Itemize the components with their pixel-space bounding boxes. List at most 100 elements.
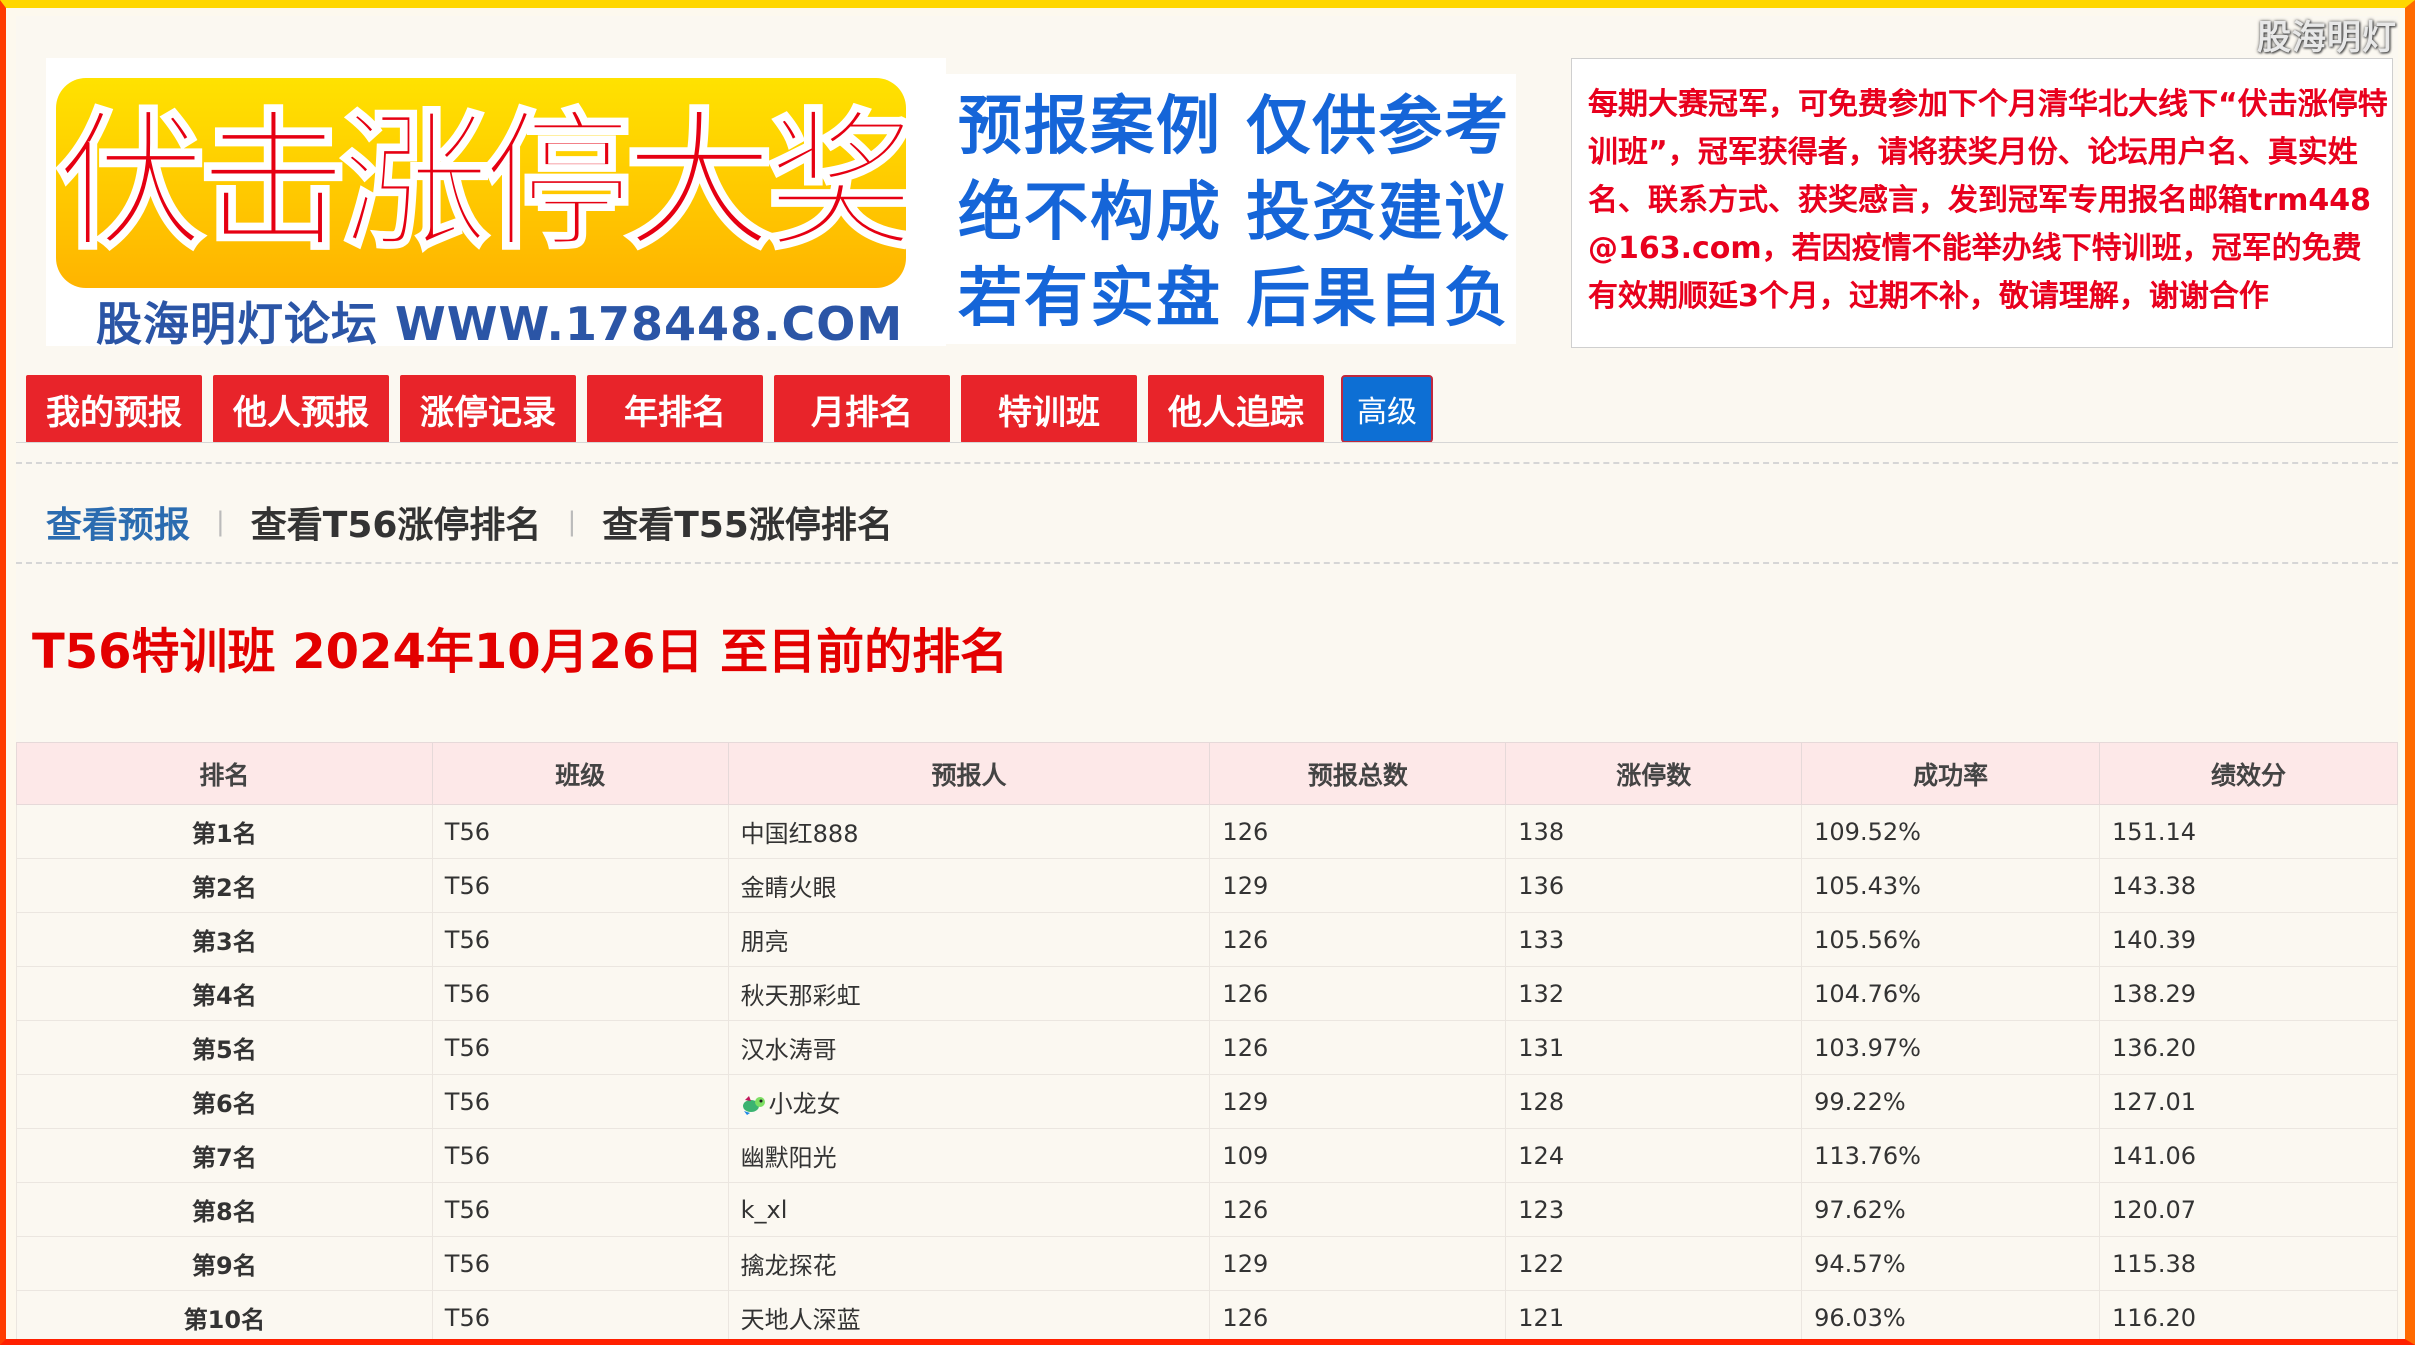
cell-total: 126 <box>1209 966 1507 1021</box>
nav-limit-up-records[interactable]: 涨停记录 <box>400 375 576 443</box>
table-row[interactable]: 第3名 T56 朋亮 126 133 105.56% 140.39 <box>16 912 2398 967</box>
header-total-forecasts[interactable]: 预报总数 <box>1209 742 1507 805</box>
cell-total: 129 <box>1209 858 1507 913</box>
disclaimer-line: 预报案例 仅供参考 <box>958 90 1511 164</box>
header-success-rate[interactable]: 成功率 <box>1801 742 2101 805</box>
nav-monthly-ranking[interactable]: 月排名 <box>774 375 950 443</box>
link-t55-ranking[interactable]: 查看T55涨停排名 <box>602 496 893 548</box>
cell-forecaster[interactable]: 金睛火眼 <box>727 858 1211 913</box>
cell-score: 116.20 <box>2099 1290 2398 1345</box>
cell-forecaster[interactable]: 秋天那彩虹 <box>727 966 1211 1021</box>
banner-subtitle: 股海明灯论坛 WWW.178448.COM <box>96 297 904 351</box>
sub-nav: 查看预报 | 查看T56涨停排名 | 查看T55涨停排名 <box>46 496 893 548</box>
advanced-button[interactable]: 高级 <box>1341 375 1433 443</box>
cell-class: T56 <box>431 858 729 913</box>
cell-rank: 第8名 <box>16 1182 433 1237</box>
cell-success-rate: 105.56% <box>1801 912 2101 967</box>
table-row[interactable]: 第4名 T56 秋天那彩虹 126 132 104.76% 138.29 <box>16 966 2398 1021</box>
cell-score: 138.29 <box>2099 966 2398 1021</box>
cell-limit-up: 128 <box>1505 1074 1803 1129</box>
nav-training-class[interactable]: 特训班 <box>961 375 1137 443</box>
cell-limit-up: 131 <box>1505 1020 1803 1075</box>
ranking-table: 排名 班级 预报人 预报总数 涨停数 成功率 绩效分 第1名 T56 中国红888 1… <box>16 742 2398 1345</box>
cell-score: 143.38 <box>2099 858 2398 913</box>
cell-total: 126 <box>1209 912 1507 967</box>
table-row[interactable]: 第9名 T56 擒龙探花 129 122 94.57% 115.38 <box>16 1236 2398 1291</box>
cell-total: 126 <box>1209 1020 1507 1075</box>
champion-notice: 每期大赛冠军，可免费参加下个月清华北大线下“伏击涨停特训班”，冠军获得者，请将获… <box>1571 58 2393 348</box>
cell-forecaster[interactable]: 小龙女 <box>727 1074 1211 1129</box>
cell-forecaster[interactable]: 擒龙探花 <box>727 1236 1211 1291</box>
cell-total: 126 <box>1209 1182 1507 1237</box>
table-row[interactable]: 第5名 T56 汉水涛哥 126 131 103.97% 136.20 <box>16 1020 2398 1075</box>
page: 伏击涨停大奖赛 股海明灯论坛 WWW.178448.COM 预报案例 仅供参考 … <box>16 16 2398 1345</box>
cell-forecaster[interactable]: 朋亮 <box>727 912 1211 967</box>
table-row[interactable]: 第6名 T56 小龙女 129 128 99.22% 127.01 <box>16 1074 2398 1129</box>
cell-class: T56 <box>431 912 729 967</box>
link-view-forecast[interactable]: 查看预报 <box>46 496 190 548</box>
cell-success-rate: 105.43% <box>1801 858 2101 913</box>
cell-rank: 第10名 <box>16 1290 433 1345</box>
cell-success-rate: 103.97% <box>1801 1020 2101 1075</box>
cell-forecaster[interactable]: 中国红888 <box>727 804 1211 859</box>
page-title: T56特训班 2024年10月26日 至目前的排名 <box>32 624 1009 680</box>
watermark: 股海明灯 <box>2257 18 2397 58</box>
header-rank[interactable]: 排名 <box>16 742 433 805</box>
table-row[interactable]: 第1名 T56 中国红888 126 138 109.52% 151.14 <box>16 804 2398 859</box>
cell-success-rate: 96.03% <box>1801 1290 2101 1345</box>
cell-rank: 第4名 <box>16 966 433 1021</box>
main-nav: 我的预报 他人预报 涨停记录 年排名 月排名 特训班 他人追踪 高级 <box>26 375 1433 443</box>
cell-total: 129 <box>1209 1236 1507 1291</box>
cell-limit-up: 124 <box>1505 1128 1803 1183</box>
cell-forecaster[interactable]: 幽默阳光 <box>727 1128 1211 1183</box>
divider <box>16 442 2398 443</box>
cell-total: 126 <box>1209 804 1507 859</box>
link-t56-ranking[interactable]: 查看T56涨停排名 <box>251 496 542 548</box>
cell-forecaster[interactable]: 天地人深蓝 <box>727 1290 1211 1345</box>
header-limit-up-count[interactable]: 涨停数 <box>1505 742 1803 805</box>
dragon-emoji-icon <box>742 1096 765 1115</box>
dashed-divider <box>16 562 2398 564</box>
table-header-row: 排名 班级 预报人 预报总数 涨停数 成功率 绩效分 <box>16 742 2398 805</box>
cell-limit-up: 136 <box>1505 858 1803 913</box>
cell-rank: 第9名 <box>16 1236 433 1291</box>
subnav-separator: | <box>567 507 577 537</box>
nav-others-tracking[interactable]: 他人追踪 <box>1148 375 1324 443</box>
cell-limit-up: 123 <box>1505 1182 1803 1237</box>
nav-my-forecast[interactable]: 我的预报 <box>26 375 202 443</box>
cell-success-rate: 97.62% <box>1801 1182 2101 1237</box>
cell-score: 115.38 <box>2099 1236 2398 1291</box>
nav-yearly-ranking[interactable]: 年排名 <box>587 375 763 443</box>
contest-banner[interactable]: 伏击涨停大奖赛 股海明灯论坛 WWW.178448.COM <box>46 58 946 351</box>
cell-score: 141.06 <box>2099 1128 2398 1183</box>
cell-success-rate: 99.22% <box>1801 1074 2101 1129</box>
disclaimer-line: 绝不构成 投资建议 <box>958 176 1511 250</box>
cell-rank: 第7名 <box>16 1128 433 1183</box>
table-row[interactable]: 第2名 T56 金睛火眼 129 136 105.43% 143.38 <box>16 858 2398 913</box>
disclaimer-line: 若有实盘 后果自负 <box>958 262 1511 336</box>
cell-rank: 第5名 <box>16 1020 433 1075</box>
cell-success-rate: 94.57% <box>1801 1236 2101 1291</box>
cell-rank: 第2名 <box>16 858 433 913</box>
table-row[interactable]: 第7名 T56 幽默阳光 109 124 113.76% 141.06 <box>16 1128 2398 1183</box>
forecaster-name: 小龙女 <box>768 1090 841 1118</box>
cell-class: T56 <box>431 1128 729 1183</box>
table-row[interactable]: 第10名 T56 天地人深蓝 126 121 96.03% 116.20 <box>16 1290 2398 1345</box>
nav-others-forecast[interactable]: 他人预报 <box>213 375 389 443</box>
cell-forecaster[interactable]: k_xl <box>727 1182 1211 1237</box>
header-performance-score[interactable]: 绩效分 <box>2099 742 2398 805</box>
cell-rank: 第3名 <box>16 912 433 967</box>
cell-score: 136.20 <box>2099 1020 2398 1075</box>
cell-score: 151.14 <box>2099 804 2398 859</box>
cell-forecaster[interactable]: 汉水涛哥 <box>727 1020 1211 1075</box>
cell-limit-up: 122 <box>1505 1236 1803 1291</box>
cell-class: T56 <box>431 1074 729 1129</box>
cell-total: 129 <box>1209 1074 1507 1129</box>
header-forecaster[interactable]: 预报人 <box>727 742 1211 805</box>
table-row[interactable]: 第8名 T56 k_xl 126 123 97.62% 120.07 <box>16 1182 2398 1237</box>
cell-success-rate: 104.76% <box>1801 966 2101 1021</box>
cell-rank: 第6名 <box>16 1074 433 1129</box>
subnav-separator: | <box>216 507 225 537</box>
cell-success-rate: 109.52% <box>1801 804 2101 859</box>
header-class[interactable]: 班级 <box>431 742 729 805</box>
